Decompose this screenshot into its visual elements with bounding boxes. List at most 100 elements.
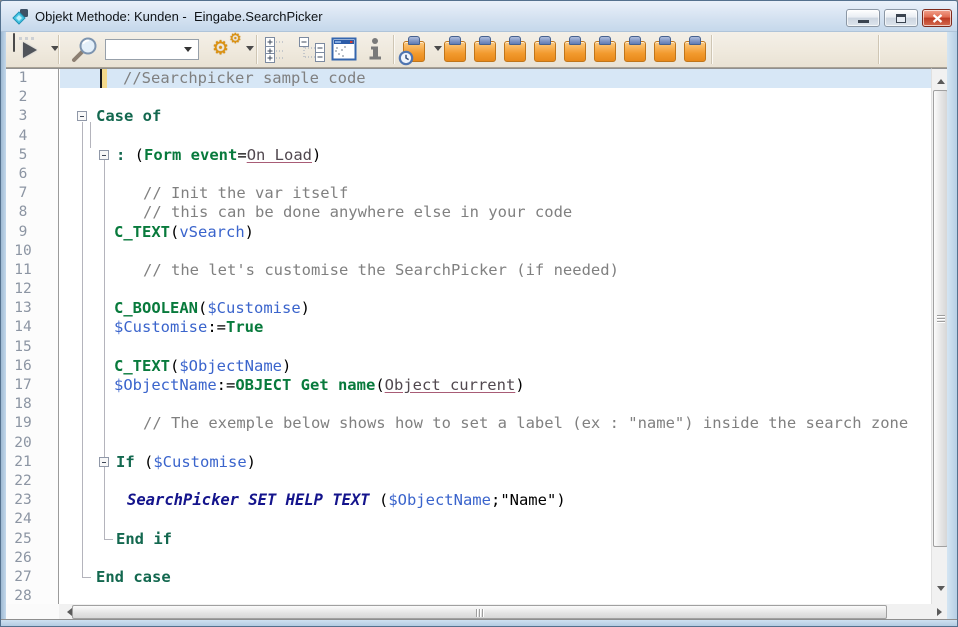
- line-number-14[interactable]: 14: [6, 318, 40, 337]
- token-var: $ObjectName: [179, 357, 282, 375]
- maximize-button[interactable]: [884, 9, 918, 27]
- code-line-14[interactable]: $Customise:=True: [60, 318, 931, 337]
- macros-dropdown-arrow[interactable]: [246, 46, 254, 55]
- clipboard-7-button[interactable]: [623, 36, 647, 68]
- macros-gears-button[interactable]: ⚙ ⚙: [212, 33, 246, 63]
- clipboard-history-button[interactable]: [402, 36, 426, 68]
- code-line-6[interactable]: [60, 165, 931, 184]
- vertical-scroll-thumb[interactable]: [933, 90, 948, 547]
- code-line-24[interactable]: [60, 510, 931, 529]
- line-number-1[interactable]: 1: [6, 69, 40, 88]
- code-line-23[interactable]: SearchPicker SET HELP TEXT ($ObjectName;…: [60, 491, 931, 510]
- code-line-5[interactable]: : (Form event=On Load): [60, 146, 931, 165]
- form-window-button[interactable]: [331, 37, 357, 66]
- clipboard-5-button[interactable]: [563, 36, 587, 68]
- line-number-24[interactable]: 24: [6, 510, 40, 529]
- clipboard-6-button[interactable]: [593, 36, 617, 68]
- line-number-8[interactable]: 8: [6, 203, 40, 222]
- scroll-left-icon[interactable]: [63, 608, 72, 616]
- line-number-3[interactable]: 3: [6, 107, 40, 126]
- code-line-7[interactable]: // Init the var itself: [60, 184, 931, 203]
- minimize-button[interactable]: [846, 9, 880, 27]
- line-number-15[interactable]: 15: [6, 338, 40, 357]
- code-line-27[interactable]: End case: [60, 568, 931, 587]
- line-number-5[interactable]: 5: [6, 146, 40, 165]
- clipboard-8-button[interactable]: [653, 36, 677, 68]
- code-line-10[interactable]: [60, 242, 931, 261]
- line-number-20[interactable]: 20: [6, 434, 40, 453]
- line-number-10[interactable]: 10: [6, 242, 40, 261]
- search-dropdown-arrow[interactable]: [184, 47, 192, 56]
- clipboard-2-button[interactable]: [473, 36, 497, 68]
- line-number-13[interactable]: 13: [6, 299, 40, 318]
- code-line-4[interactable]: [60, 127, 931, 146]
- line-number-18[interactable]: 18: [6, 395, 40, 414]
- code-line-17[interactable]: $ObjectName:=OBJECT Get name(Object curr…: [60, 376, 931, 395]
- line-number-9[interactable]: 9: [6, 223, 40, 242]
- code-line-2[interactable]: [60, 88, 931, 107]
- fold-collapse-box-line-21[interactable]: [99, 457, 109, 467]
- horizontal-scroll-thumb[interactable]: [72, 605, 887, 619]
- line-number-16[interactable]: 16: [6, 357, 40, 376]
- code-line-8[interactable]: // this can be done anywhere else in you…: [60, 203, 931, 222]
- token-comment: // Init the var itself: [143, 184, 348, 202]
- code-line-1[interactable]: //Searchpicker sample code: [60, 69, 931, 88]
- line-number-7[interactable]: 7: [6, 184, 40, 203]
- line-number-23[interactable]: 23: [6, 491, 40, 510]
- scroll-right-icon[interactable]: [937, 608, 946, 616]
- scroll-down-icon[interactable]: [937, 586, 945, 595]
- form-window-icon: [331, 37, 357, 61]
- search-icon[interactable]: [70, 36, 100, 69]
- clipboard-history-dropdown-arrow[interactable]: [434, 46, 442, 55]
- line-number-12[interactable]: 12: [6, 280, 40, 299]
- code-line-18[interactable]: [60, 395, 931, 414]
- clipboard-4-button[interactable]: [533, 36, 557, 68]
- expand-all-button[interactable]: [264, 37, 290, 68]
- close-button[interactable]: [922, 9, 952, 27]
- code-line-13[interactable]: C_BOOLEAN($Customise): [60, 299, 931, 318]
- code-line-3[interactable]: Case of: [60, 107, 931, 126]
- minimize-icon: [858, 20, 869, 23]
- code-line-9[interactable]: C_TEXT(vSearch): [60, 223, 931, 242]
- line-number-17[interactable]: 17: [6, 376, 40, 395]
- thumb-grip: [476, 609, 484, 617]
- execute-method-button[interactable]: [13, 34, 15, 52]
- line-number-26[interactable]: 26: [6, 549, 40, 568]
- scroll-up-icon[interactable]: [937, 75, 945, 84]
- fold-collapse-box-line-3[interactable]: [77, 111, 87, 121]
- title-bar[interactable]: Objekt Methode: Kunden - Eingabe.SearchP…: [1, 1, 958, 32]
- clipboard-3-button[interactable]: [503, 36, 527, 68]
- code-line-28[interactable]: [60, 587, 931, 604]
- line-number-6[interactable]: 6: [6, 165, 40, 184]
- line-number-22[interactable]: 22: [6, 472, 40, 491]
- clipboard-9-button[interactable]: [683, 36, 707, 68]
- code-editor[interactable]: 1234567891011121314151617181920212223242…: [6, 68, 931, 604]
- fold-collapse-box-line-5[interactable]: [99, 150, 109, 160]
- code-line-15[interactable]: [60, 338, 931, 357]
- line-number-4[interactable]: 4: [6, 127, 40, 146]
- line-number-11[interactable]: 11: [6, 261, 40, 280]
- line-number-21[interactable]: 21: [6, 453, 40, 472]
- code-line-21[interactable]: If ($Customise): [60, 453, 931, 472]
- toolbar-separator: [256, 35, 257, 64]
- clipboard-1-button[interactable]: [443, 36, 467, 68]
- line-number-2[interactable]: 2: [6, 88, 40, 107]
- info-button[interactable]: [368, 36, 382, 67]
- line-number-gutter: 1234567891011121314151617181920212223242…: [6, 69, 59, 604]
- code-line-20[interactable]: [60, 434, 931, 453]
- code-line-12[interactable]: [60, 280, 931, 299]
- code-line-26[interactable]: [60, 549, 931, 568]
- collapse-all-button[interactable]: [298, 37, 330, 68]
- code-line-16[interactable]: C_TEXT($ObjectName): [60, 357, 931, 376]
- code-line-25[interactable]: End if: [60, 530, 931, 549]
- code-area[interactable]: //Searchpicker sample code Case of : (Form…: [60, 69, 931, 604]
- line-number-19[interactable]: 19: [6, 414, 40, 433]
- code-line-19[interactable]: // The exemple below shows how to set a …: [60, 414, 931, 433]
- token-var: $Customise: [153, 453, 246, 471]
- line-number-27[interactable]: 27: [6, 568, 40, 587]
- token-cmd: True: [226, 318, 263, 336]
- line-number-25[interactable]: 25: [6, 530, 40, 549]
- code-line-11[interactable]: // the let's customise the SearchPicker …: [60, 261, 931, 280]
- code-line-22[interactable]: [60, 472, 931, 491]
- token-const: On Load: [247, 146, 312, 164]
